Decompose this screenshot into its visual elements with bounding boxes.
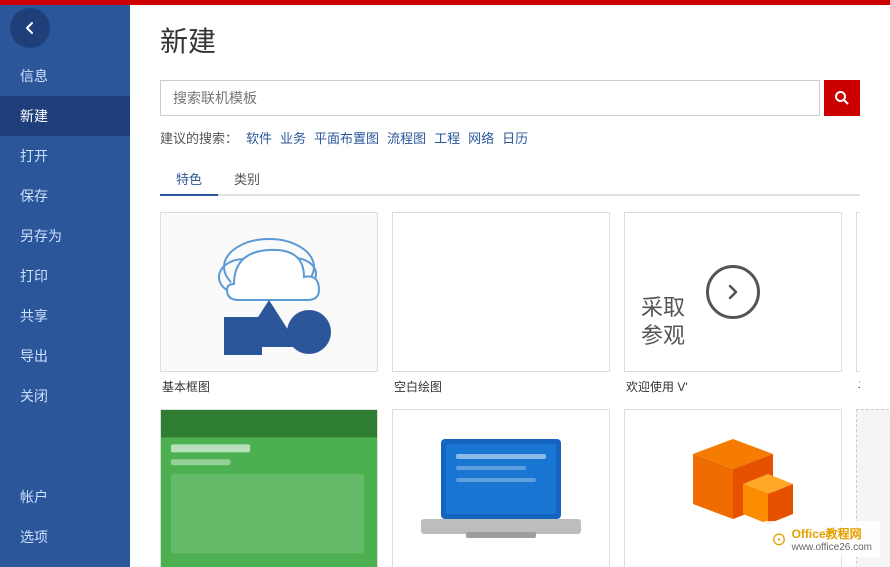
template-thumb-welcome: 采取 参观 — [624, 212, 842, 372]
sidebar: 信息 新建 打开 保存 另存为 打印 共享 导出 关闭 帐户 选项 — [0, 0, 130, 567]
template-welcome[interactable]: 采取 参观 欢迎使用 V' — [624, 212, 842, 395]
suggestion-flowchart[interactable]: 流程图 — [387, 128, 426, 147]
shapes-svg — [179, 222, 359, 362]
search-icon — [834, 90, 850, 106]
template-grid-row2 — [160, 409, 860, 567]
green-template-svg — [161, 409, 377, 567]
suggestion-business[interactable]: 业务 — [280, 128, 306, 147]
suggestion-calendar[interactable]: 日历 — [502, 128, 528, 147]
watermark-site: Office教程网 — [792, 525, 872, 542]
template-thumb-green — [160, 409, 378, 567]
watermark: ⊙ Office教程网 www.office26.com — [764, 521, 881, 557]
template-blank[interactable]: 空白绘图 — [392, 212, 610, 395]
sidebar-bottom: 帐户 选项 — [0, 477, 130, 557]
red-accent-bar — [130, 0, 890, 5]
suggestion-floorplan[interactable]: 平面布置图 — [314, 128, 379, 147]
template-label-welcome: 欢迎使用 V' — [624, 378, 842, 395]
template-grid-row1: 基本框图 空白绘图 采取 参观 — [160, 212, 860, 395]
suggestions-label: 建议的搜索： — [160, 128, 238, 147]
template-label-floorplan: 平面布 — [856, 378, 860, 395]
sidebar-item-options[interactable]: 选项 — [0, 517, 130, 557]
sidebar-item-share[interactable]: 共享 — [0, 296, 130, 336]
suggestion-engineering[interactable]: 工程 — [434, 128, 460, 147]
main-content: 新建 建议的搜索： 软件 业务 平面布置图 流程图 工程 网络 日历 特色 类别 — [130, 0, 890, 567]
sidebar-item-close[interactable]: 关闭 — [0, 376, 130, 416]
tab-category[interactable]: 类别 — [218, 163, 276, 196]
search-input[interactable] — [160, 80, 820, 116]
sidebar-item-print[interactable]: 打印 — [0, 256, 130, 296]
sidebar-nav: 信息 新建 打开 保存 另存为 打印 共享 导出 关闭 — [0, 56, 130, 477]
sidebar-item-new[interactable]: 新建 — [0, 96, 130, 136]
template-green[interactable] — [160, 409, 378, 567]
suggestions-bar: 建议的搜索： 软件 业务 平面布置图 流程图 工程 网络 日历 — [160, 128, 860, 147]
template-basic-shapes[interactable]: 基本框图 — [160, 212, 378, 395]
template-label-blank: 空白绘图 — [392, 378, 610, 395]
template-laptop[interactable] — [392, 409, 610, 567]
tab-featured[interactable]: 特色 — [160, 163, 218, 196]
office-icon: ⊙ — [772, 529, 787, 550]
search-container — [160, 80, 860, 116]
template-floorplan[interactable]: 平面布 — [856, 212, 860, 395]
sidebar-item-saveas[interactable]: 另存为 — [0, 216, 130, 256]
template-thumb-laptop — [392, 409, 610, 567]
page-title: 新建 — [160, 20, 860, 60]
arrow-right-icon — [721, 280, 745, 304]
arrow-circle — [706, 265, 760, 319]
suggestion-software[interactable]: 软件 — [246, 128, 272, 147]
tour-text-line1: 采取 — [641, 295, 685, 320]
search-button[interactable] — [824, 80, 860, 116]
sidebar-item-info[interactable]: 信息 — [0, 56, 130, 96]
sidebar-item-export[interactable]: 导出 — [0, 336, 130, 376]
laptop-svg — [411, 424, 591, 554]
back-button[interactable] — [10, 8, 50, 48]
watermark-url: www.office26.com — [792, 542, 872, 553]
template-thumb-basic — [160, 212, 378, 372]
sidebar-item-account[interactable]: 帐户 — [0, 477, 130, 517]
suggestion-network[interactable]: 网络 — [468, 128, 494, 147]
template-label-basic: 基本框图 — [160, 378, 378, 395]
filter-tabs: 特色 类别 — [160, 163, 860, 196]
tour-text-line2: 参观 — [641, 323, 685, 348]
template-thumb-floorplan — [856, 212, 860, 372]
sidebar-item-save[interactable]: 保存 — [0, 176, 130, 216]
sidebar-item-open[interactable]: 打开 — [0, 136, 130, 176]
template-thumb-blank — [392, 212, 610, 372]
